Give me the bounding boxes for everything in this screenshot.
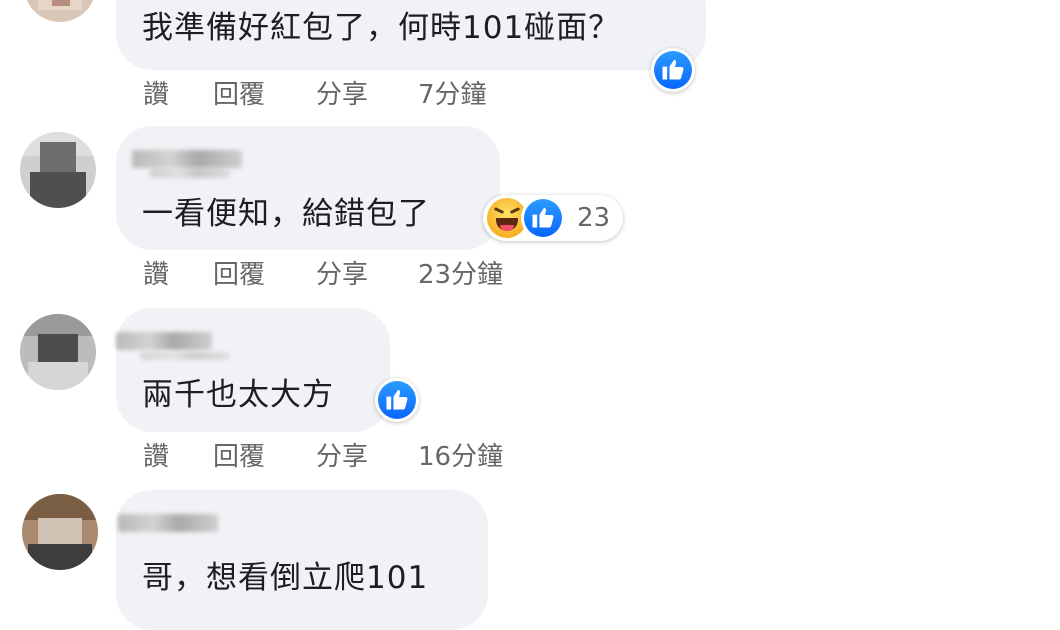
reply-link[interactable]: 回覆 bbox=[213, 260, 265, 290]
like-link[interactable]: 讚 bbox=[143, 442, 169, 472]
timestamp[interactable]: 7分鐘 bbox=[418, 80, 487, 110]
reaction-count: 23 bbox=[577, 203, 611, 233]
timestamp[interactable]: 16分鐘 bbox=[418, 442, 503, 472]
like-reaction-icon[interactable] bbox=[651, 48, 695, 92]
commenter-name-blur bbox=[140, 352, 230, 360]
comment-bubble bbox=[116, 308, 390, 432]
commenter-name-blur bbox=[150, 168, 230, 178]
avatar[interactable] bbox=[20, 314, 96, 390]
comment-text: 一看便知，給錯包了 bbox=[142, 196, 430, 232]
comment-text: 我準備好紅包了，何時101碰面？ bbox=[142, 10, 621, 46]
like-link[interactable]: 讚 bbox=[143, 80, 169, 110]
share-link[interactable]: 分享 bbox=[316, 260, 368, 290]
comment-text: 哥，想看倒立爬101 bbox=[142, 560, 429, 596]
timestamp[interactable]: 23分鐘 bbox=[418, 260, 503, 290]
commenter-name[interactable] bbox=[116, 332, 212, 350]
commenter-name[interactable] bbox=[132, 150, 242, 168]
like-reaction-icon[interactable] bbox=[375, 378, 419, 422]
like-link[interactable]: 讚 bbox=[143, 260, 169, 290]
avatar[interactable] bbox=[24, 0, 96, 22]
comment-text: 兩千也太大方 bbox=[142, 377, 334, 413]
reply-link[interactable]: 回覆 bbox=[213, 442, 265, 472]
share-link[interactable]: 分享 bbox=[316, 442, 368, 472]
comment-actions: 讚 回覆 分享 7分鐘 bbox=[143, 80, 543, 110]
comment-actions: 讚 回覆 分享 23分鐘 bbox=[143, 260, 563, 290]
avatar[interactable] bbox=[22, 494, 98, 570]
commenter-name[interactable] bbox=[118, 514, 218, 532]
share-link[interactable]: 分享 bbox=[316, 80, 368, 110]
avatar[interactable] bbox=[20, 132, 96, 208]
comment-actions: 讚 回覆 分享 16分鐘 bbox=[143, 442, 563, 472]
reply-link[interactable]: 回覆 bbox=[213, 80, 265, 110]
like-icon bbox=[521, 196, 565, 240]
reaction-summary[interactable]: 23 bbox=[483, 195, 623, 241]
